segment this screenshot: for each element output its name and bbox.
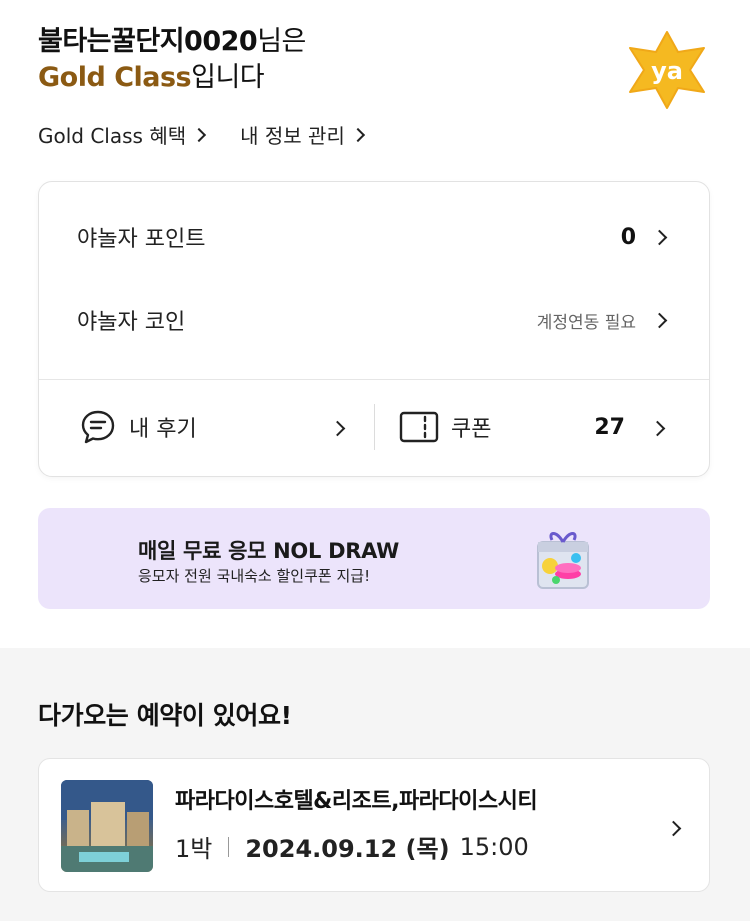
greeting: 불타는꿀단지0020님은 Gold Class입니다 [38, 24, 710, 96]
points-value: 0 [620, 224, 636, 250]
wallet-card: 야놀자 포인트 0 야놀자 코인 계정연동 필요 내 후기 쿠폰 27 [38, 181, 710, 477]
chevron-right-icon [192, 127, 207, 142]
coupons-label: 쿠폰 [451, 417, 492, 442]
profile-links: Gold Class 혜택 내 정보 관리 [38, 120, 365, 149]
chevron-right-icon [651, 312, 668, 328]
hotel-name: 파라다이스호텔&리조트,파라다이스시티 [175, 789, 538, 814]
separator [228, 836, 230, 857]
coins-row[interactable]: 야놀자 코인 계정연동 필요 [77, 303, 668, 337]
nol-draw-banner[interactable]: 매일 무료 응모 NOL DRAW 응모자 전원 국내숙소 할인쿠폰 지급! [38, 508, 710, 609]
speech-bubble-icon [81, 410, 115, 444]
coupons-count: 27 [594, 414, 625, 440]
divider [39, 379, 709, 380]
checkin-time: 15:00 [459, 832, 529, 861]
coupons-button[interactable]: 쿠폰 27 [399, 408, 669, 446]
grade-suffix: 입니다 [191, 62, 265, 93]
name-suffix: 님은 [257, 26, 306, 57]
hotel-image [61, 780, 153, 872]
reservation-card[interactable]: 파라다이스호텔&리조트,파라다이스시티 1박 2024.09.12 (목) 15… [38, 758, 710, 892]
my-info-link[interactable]: 내 정보 관리 [240, 120, 365, 149]
points-label: 야놀자 포인트 [77, 227, 206, 252]
gold-class-benefits-link[interactable]: Gold Class 혜택 [38, 120, 207, 149]
badge-text: ya [651, 57, 683, 85]
chevron-right-icon [350, 127, 365, 142]
nights: 1박 [175, 835, 213, 863]
coins-label: 야놀자 코인 [77, 310, 186, 335]
chevron-right-icon [329, 420, 346, 436]
profile-header: 불타는꿀단지0020님은 Gold Class입니다 ya [38, 24, 710, 109]
grade-badge-icon[interactable]: ya [624, 30, 710, 110]
reviews-label: 내 후기 [129, 417, 197, 442]
grade-label: Gold Class [38, 62, 192, 93]
banner-title: 매일 무료 응모 NOL DRAW [138, 539, 399, 563]
user-name: 불타는꿀단지0020 [38, 26, 258, 57]
banner-description: 응모자 전원 국내숙소 할인쿠폰 지급! [138, 567, 371, 585]
coupon-icon [399, 411, 439, 443]
my-info-label: 내 정보 관리 [240, 124, 345, 148]
coins-value: 계정연동 필요 [536, 312, 636, 333]
prize-box-icon [537, 532, 589, 589]
checkin-date: 2024.09.12 (목) [245, 835, 450, 863]
chevron-right-icon [651, 229, 668, 245]
reservation-meta: 1박 2024.09.12 (목) 15:00 [175, 829, 529, 864]
chevron-right-icon [665, 820, 682, 837]
points-row[interactable]: 야놀자 포인트 0 [77, 220, 668, 254]
upcoming-reservations-section: 다가오는 예약이 있어요! 파라다이스호텔&리조트,파라다이스시티 1박 202… [0, 648, 750, 921]
divider-vertical [374, 404, 375, 450]
section-title: 다가오는 예약이 있어요! [38, 701, 292, 730]
chevron-right-icon [649, 420, 666, 436]
my-reviews-button[interactable]: 내 후기 [79, 408, 349, 446]
benefits-label: Gold Class 혜택 [38, 124, 187, 148]
hotel-thumbnail [61, 780, 153, 872]
